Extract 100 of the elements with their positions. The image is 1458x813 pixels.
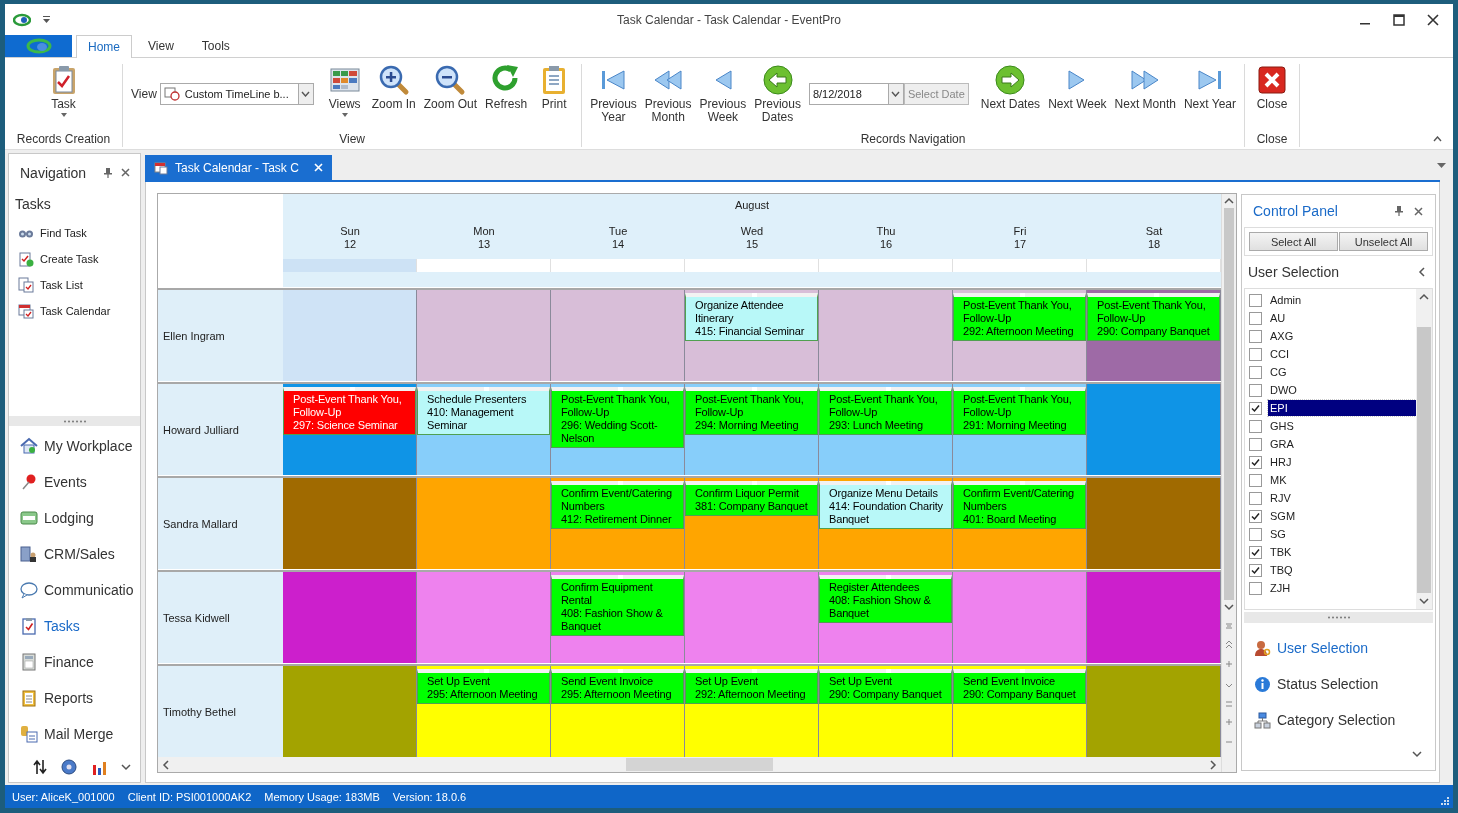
- calendar-cell[interactable]: Send Event Invoice 290: Company Banquet: [953, 666, 1087, 757]
- resize-grip-icon[interactable]: [1441, 797, 1449, 805]
- sort-icon[interactable]: [32, 759, 47, 776]
- user-item[interactable]: CCI: [1268, 346, 1416, 362]
- calendar-cell[interactable]: Set Up Event 292: Afternoon Meeting: [685, 666, 819, 757]
- appointment-card[interactable]: Post-Event Thank You, Follow-Up 290: Company Banquet: [1087, 293, 1220, 341]
- checkbox[interactable]: [1249, 545, 1262, 559]
- user-item[interactable]: MK: [1268, 472, 1416, 488]
- user-item[interactable]: SGM: [1268, 508, 1416, 524]
- calendar-cell[interactable]: Set Up Event 290: Company Banquet: [819, 666, 953, 757]
- user-item[interactable]: GHS: [1268, 418, 1416, 434]
- appointment-card[interactable]: Post-Event Thank You, Follow-Up 296: Wedding Scott-Nelson: [551, 387, 684, 448]
- calendar-cell[interactable]: [417, 478, 551, 569]
- chevron-down-icon[interactable]: [1419, 597, 1429, 605]
- app-logo-icon[interactable]: [13, 12, 31, 27]
- appointment-card[interactable]: Schedule Presenters 410: Management Seminar: [417, 387, 550, 435]
- calendar-cell[interactable]: Post-Event Thank You, Follow-Up 294: Morning Meeting: [685, 384, 819, 475]
- user-item[interactable]: SG: [1268, 526, 1416, 542]
- ribbon-tab[interactable]: Home: [76, 35, 132, 58]
- calendar-cell[interactable]: Register Attendees 408: Fashion Show & Banquet: [819, 572, 953, 663]
- checkbox[interactable]: [1249, 311, 1262, 325]
- ribbon-tab[interactable]: View: [136, 35, 186, 57]
- calendar-cell[interactable]: [953, 572, 1087, 663]
- ribbon-button[interactable]: Next Week: [1044, 64, 1111, 132]
- calendar-cell[interactable]: Confirm Event/Catering Numbers 412: Retirement Dinner: [551, 478, 685, 569]
- user-item[interactable]: AU: [1268, 310, 1416, 326]
- pin-icon[interactable]: [104, 167, 112, 178]
- module-link[interactable]: Communicatio: [9, 572, 140, 609]
- calendar-cell[interactable]: [283, 290, 417, 381]
- calendar-cell[interactable]: Post-Event Thank You, Follow-Up 292: Afternoon Meeting: [953, 290, 1087, 381]
- ribbon-button[interactable]: Next Month: [1110, 64, 1180, 132]
- checkbox[interactable]: [1249, 347, 1262, 361]
- ribbon-button[interactable]: Next Year: [1179, 64, 1240, 132]
- collapse-ribbon-icon[interactable]: [1433, 136, 1442, 142]
- ribbon-button[interactable]: Previous Year: [586, 64, 641, 132]
- appointment-card[interactable]: Post-Event Thank You, Follow-Up 297: Science Seminar: [283, 387, 416, 435]
- panel-button[interactable]: Select All: [1249, 232, 1338, 251]
- calendar-cell[interactable]: Confirm Event/Catering Numbers 401: Board Meeting: [953, 478, 1087, 569]
- calendar-cell[interactable]: Post-Event Thank You, Follow-Up 296: Wedding Scott-Nelson: [551, 384, 685, 475]
- chevron-down-icon[interactable]: [1412, 751, 1422, 758]
- close-icon[interactable]: [1427, 13, 1439, 26]
- chevron-left-icon[interactable]: [1418, 267, 1425, 277]
- document-tab[interactable]: Task Calendar - Task C: [145, 155, 332, 180]
- chevron-down-icon[interactable]: [1224, 603, 1234, 611]
- vertical-scrollbar[interactable]: [1416, 289, 1432, 609]
- checkbox[interactable]: [1249, 581, 1262, 595]
- chevron-up-icon[interactable]: [1224, 197, 1234, 205]
- appointment-card[interactable]: Confirm Event/Catering Numbers 412: Retirement Dinner: [551, 481, 684, 529]
- module-link[interactable]: Finance: [9, 644, 140, 681]
- calendar-cell[interactable]: [1087, 572, 1221, 663]
- module-link[interactable]: CRM/Sales: [9, 536, 140, 573]
- user-item[interactable]: TBK: [1268, 544, 1416, 560]
- nav-link[interactable]: Task List: [9, 271, 140, 298]
- appointment-card[interactable]: Organize Menu Details 414: Foundation Charity Banquet: [819, 481, 952, 529]
- module-link[interactable]: Mail Merge: [9, 716, 140, 753]
- user-item[interactable]: Admin: [1268, 292, 1416, 308]
- checkbox[interactable]: [1249, 509, 1262, 523]
- calendar-cell[interactable]: Schedule Presenters 410: Management Seminar: [417, 384, 551, 475]
- panel-page-link[interactable]: Category Selection: [1242, 702, 1435, 738]
- appointment-card[interactable]: Register Attendees 408: Fashion Show & Banquet: [819, 575, 952, 623]
- chevron-right-icon[interactable]: [1209, 759, 1217, 770]
- ribbon-button[interactable]: Previous Week: [695, 64, 751, 132]
- checkbox[interactable]: [1249, 383, 1262, 397]
- appointment-card[interactable]: Confirm Equipment Rental 408: Fashion Show & Banquet: [551, 575, 684, 636]
- calendar-cell[interactable]: Send Event Invoice 295: Afternoon Meeting: [551, 666, 685, 757]
- user-item[interactable]: HRJ: [1268, 454, 1416, 470]
- checkbox[interactable]: [1249, 491, 1262, 505]
- pin-icon[interactable]: [1395, 206, 1403, 216]
- appointment-card[interactable]: Send Event Invoice 290: Company Banquet: [953, 669, 1086, 704]
- appointment-card[interactable]: Post-Event Thank You, Follow-Up 294: Morning Meeting: [685, 387, 818, 435]
- ribbon-button[interactable]: Previous Month: [640, 64, 696, 132]
- nav-link[interactable]: Task Calendar: [9, 297, 140, 324]
- appointment-card[interactable]: Confirm Event/Catering Numbers 401: Board Meeting: [953, 481, 1086, 529]
- checkbox[interactable]: [1249, 563, 1262, 577]
- panel-page-link[interactable]: User Selection: [1242, 630, 1435, 666]
- calendar-cell[interactable]: [1087, 478, 1221, 569]
- calendar-cell[interactable]: [685, 572, 819, 663]
- calendar-cell[interactable]: [551, 290, 685, 381]
- calendar-cell[interactable]: Organize Menu Details 414: Foundation Charity Banquet: [819, 478, 953, 569]
- calendar-cell[interactable]: Set Up Event 295: Afternoon Meeting: [417, 666, 551, 757]
- appointment-card[interactable]: Set Up Event 295: Afternoon Meeting: [417, 669, 550, 704]
- appointment-card[interactable]: Post-Event Thank You, Follow-Up 293: Lunch Meeting: [819, 387, 952, 435]
- panel-button[interactable]: Unselect All: [1339, 232, 1428, 251]
- checkbox[interactable]: [1249, 329, 1262, 343]
- checkbox[interactable]: [1249, 419, 1262, 433]
- ribbon-button[interactable]: Print: [531, 64, 578, 132]
- ribbon-button[interactable]: Zoom Out: [419, 64, 482, 132]
- calendar-cell[interactable]: Confirm Liquor Permit 381: Company Banquet: [685, 478, 819, 569]
- calendar-cell[interactable]: Post-Event Thank You, Follow-Up 290: Company Banquet: [1087, 290, 1221, 381]
- appointment-card[interactable]: Organize Attendee Itinerary 415: Financial Seminar: [685, 293, 818, 341]
- calendar-cell[interactable]: Confirm Equipment Rental 408: Fashion Show & Banquet: [551, 572, 685, 663]
- module-link[interactable]: Reports: [9, 680, 140, 717]
- ribbon-button[interactable]: Zoom In: [367, 64, 420, 132]
- user-item[interactable]: CG: [1268, 364, 1416, 380]
- maximize-icon[interactable]: [1393, 13, 1405, 26]
- calendar-cell[interactable]: Organize Attendee Itinerary 415: Financial Seminar: [685, 290, 819, 381]
- dropdown-caret-icon[interactable]: [1437, 163, 1446, 168]
- appointment-card[interactable]: Post-Event Thank You, Follow-Up 291: Morning Meeting: [953, 387, 1086, 435]
- date-field[interactable]: 8/12/2018: [808, 83, 904, 105]
- vertical-scrollbar[interactable]: [1221, 194, 1236, 772]
